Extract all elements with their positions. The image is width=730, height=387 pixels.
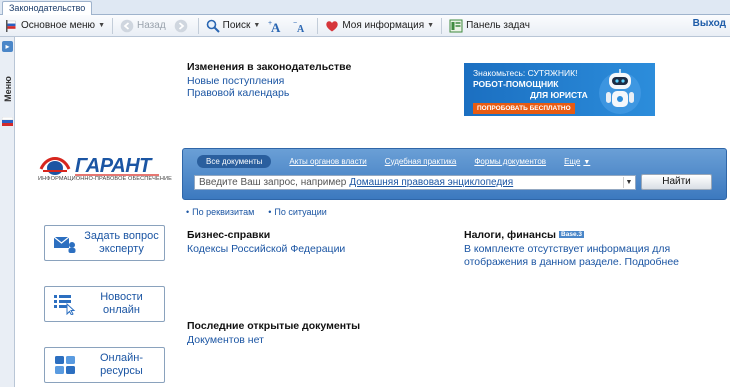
back-button[interactable]: Назад xyxy=(116,16,170,36)
by-requisites-link[interactable]: • По реквизитам xyxy=(186,207,254,217)
promo-line-2: РОБОТ-ПОМОЩНИК xyxy=(473,79,559,89)
base-badge: Base.3 xyxy=(559,231,584,238)
bullet: • xyxy=(186,207,190,217)
mail-icon xyxy=(53,232,77,254)
forward-arrow-icon xyxy=(174,19,188,33)
font-decrease-icon: A − xyxy=(293,19,307,35)
recent-documents-title: Последние открытые документы xyxy=(187,320,361,332)
bullet: • xyxy=(268,207,272,217)
font-increase-button[interactable]: A + xyxy=(264,16,289,36)
forward-button[interactable] xyxy=(170,16,195,36)
font-increase-icon: A + xyxy=(268,19,282,35)
main-menu-button[interactable]: Основное меню ▼ xyxy=(0,16,109,36)
taxes-finance-heading: Налоги, финансы Base.3 xyxy=(464,229,714,241)
resources-grid-icon xyxy=(53,354,77,376)
taskbar-label: Панель задач xyxy=(466,20,530,31)
font-decrease-button[interactable]: A − xyxy=(289,16,314,36)
news-online-button[interactable]: Новости онлайн xyxy=(44,286,165,322)
chevron-down-icon: ▼ xyxy=(253,22,261,29)
promo-banner[interactable]: Знакомьтесь: СУТЯЖНИК! РОБОТ-ПОМОЩНИК ДЛ… xyxy=(464,63,655,116)
ask-expert-label: Задать вопрос эксперту xyxy=(84,230,159,255)
online-resources-button[interactable]: Онлайн-ресурсы xyxy=(44,347,165,383)
toolbar-divider xyxy=(317,17,319,34)
legislation-changes-title: Изменения в законодательстве xyxy=(187,61,352,73)
svg-text:−: − xyxy=(293,20,297,27)
my-info-label: Моя информация xyxy=(342,20,425,31)
business-title: Бизнес-справки xyxy=(187,229,271,241)
logo-subtitle: ИНФОРМАЦИОННО-ПРАВОВОЕ ОБЕСПЕЧЕНИЕ xyxy=(38,176,172,182)
search-input[interactable]: Введите Ваш запрос, например Домашняя пр… xyxy=(194,175,636,190)
back-arrow-icon xyxy=(120,19,134,33)
chevron-down-icon[interactable]: ▼ xyxy=(623,177,634,188)
search-icon xyxy=(206,19,220,33)
toolbar-divider xyxy=(112,17,113,34)
chevron-down-icon: ▼ xyxy=(427,22,435,29)
logo-wordmark: ГАРАНТ xyxy=(75,155,153,177)
tab-more[interactable]: Еще ▼ xyxy=(564,157,590,166)
side-menu-strip: ▸ Меню xyxy=(0,37,15,387)
search-menu-label: Поиск xyxy=(222,20,251,31)
promo-line-1: Знакомьтесь: СУТЯЖНИК! xyxy=(473,68,578,78)
promo-line-3: ДЛЯ ЮРИСТА xyxy=(530,90,588,100)
side-menu-toggle[interactable]: Меню xyxy=(1,59,14,119)
legislation-changes-block: Изменения в законодательстве Новые посту… xyxy=(187,61,351,99)
heart-icon xyxy=(325,19,339,33)
recent-documents-section: Последние открытые документы Документов … xyxy=(187,320,360,346)
main-content: Изменения в законодательстве Новые посту… xyxy=(16,37,730,387)
by-requisites-label: По реквизитам xyxy=(192,207,255,217)
svg-text:A: A xyxy=(297,24,305,33)
new-arrivals-link[interactable]: Новые поступления xyxy=(187,75,351,87)
tab-legislation[interactable]: Законодательство xyxy=(2,1,93,15)
taskbar-icon xyxy=(449,19,463,33)
flag-icon xyxy=(4,19,18,33)
chevron-down-icon: ▼ xyxy=(98,22,105,29)
taxes-finance-section: Налоги, финансы Base.3 В комплекте отсутс… xyxy=(464,229,714,269)
search-menu-button[interactable]: Поиск ▼ xyxy=(202,16,265,36)
chevron-down-icon: ▼ xyxy=(583,158,591,166)
taxes-info-text[interactable]: В комплекте отсутствует информация для о… xyxy=(464,243,714,269)
document-tab-strip: Законодательство xyxy=(0,0,730,15)
expand-panel-icon[interactable]: ▸ xyxy=(2,41,13,52)
by-situation-label: По ситуации xyxy=(274,207,327,217)
main-menu-label: Основное меню xyxy=(21,20,96,31)
ask-expert-button[interactable]: Задать вопрос эксперту xyxy=(44,225,165,261)
search-example-link[interactable]: Домашняя правовая энциклопедия xyxy=(349,177,513,188)
side-menu-label: Меню xyxy=(2,76,13,102)
robot-icon xyxy=(599,69,641,114)
taxes-finance-title: Налоги, финансы xyxy=(464,229,557,241)
exit-link[interactable]: Выход xyxy=(693,18,726,29)
my-info-button[interactable]: Моя информация ▼ xyxy=(321,16,438,36)
svg-text:+: + xyxy=(268,20,272,27)
legal-calendar-link[interactable]: Правовой календарь xyxy=(187,87,351,99)
search-placeholder: Введите Ваш запрос, например xyxy=(199,177,347,188)
tab-authority-acts[interactable]: Акты органов власти xyxy=(289,157,366,166)
main-toolbar: Основное меню ▼ Назад Поиск ▼ A + A − Мо… xyxy=(0,15,730,37)
promo-try-button[interactable]: ПОПРОБОВАТЬ БЕСПЛАТНО xyxy=(473,103,575,114)
search-subnav: • По реквизитам • По ситуации xyxy=(186,207,341,217)
find-button[interactable]: Найти xyxy=(641,174,712,190)
news-online-label: Новости онлайн xyxy=(100,291,143,316)
news-list-icon xyxy=(53,293,77,316)
taskbar-button[interactable]: Панель задач xyxy=(445,16,534,36)
codes-rf-link[interactable]: Кодексы Российской Федерации xyxy=(187,243,345,255)
svg-text:A: A xyxy=(271,20,281,33)
toolbar-divider xyxy=(197,17,199,34)
flag-icon xyxy=(1,116,14,126)
business-section: Бизнес-справки Кодексы Российской Федера… xyxy=(187,229,345,255)
search-panel: Все документы Акты органов власти Судебн… xyxy=(182,148,727,200)
recent-documents-empty: Документов нет xyxy=(187,334,264,346)
online-resources-label: Онлайн-ресурсы xyxy=(99,352,144,377)
toolbar-divider xyxy=(441,17,443,34)
search-tabs: Все документы Акты органов власти Судебн… xyxy=(197,154,608,168)
tab-more-label: Еще xyxy=(564,156,581,166)
tab-document-forms[interactable]: Формы документов xyxy=(474,157,546,166)
tab-court-practice[interactable]: Судебная практика xyxy=(385,157,457,166)
tab-all-documents[interactable]: Все документы xyxy=(197,154,272,168)
by-situation-link[interactable]: • По ситуации xyxy=(268,207,327,217)
back-label: Назад xyxy=(137,20,166,31)
